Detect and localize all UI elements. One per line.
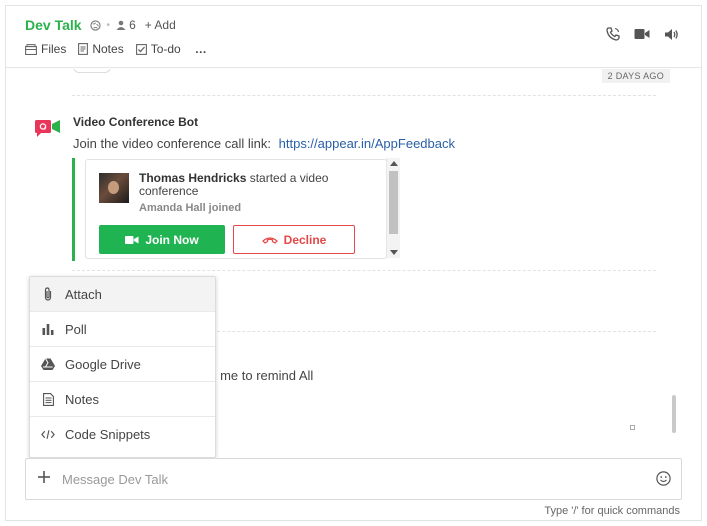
message-divider <box>72 95 656 96</box>
bot-message-body: Join the video conference call link: <box>73 136 272 151</box>
caller-line: Thomas Hendricks started a video confere… <box>139 172 354 198</box>
bot-sender-name[interactable]: Video Conference Bot <box>73 115 198 129</box>
conference-link[interactable]: https://appear.in/AppFeedback <box>279 136 455 151</box>
reminder-message-text: ed me to remind All <box>202 368 314 383</box>
phone-call-button[interactable] <box>606 27 620 41</box>
scroll-up-arrow[interactable] <box>390 161 398 166</box>
video-camera-icon <box>125 235 139 244</box>
separator-dot: • <box>106 19 111 31</box>
video-bot-avatar <box>35 120 60 137</box>
decline-label: Decline <box>283 232 327 247</box>
google-drive-icon <box>41 357 55 371</box>
todo-icon <box>135 43 147 55</box>
tab-files-label: Files <box>41 42 67 56</box>
scroll-down-arrow[interactable] <box>390 250 398 255</box>
notes-icon <box>78 43 89 55</box>
tab-todo-label: To-do <box>150 42 181 56</box>
menu-item-code-snippets[interactable]: Code Snippets <box>30 417 215 452</box>
video-call-button[interactable] <box>634 28 650 40</box>
previous-attachment <box>73 69 111 73</box>
poll-icon <box>41 322 55 336</box>
chat-window: Dev Talk • 6 + Add Files Notes To-do … 2… <box>5 5 702 521</box>
member-count-value: 6 <box>129 18 136 32</box>
menu-item-notes[interactable]: Notes <box>30 382 215 417</box>
caller-avatar[interactable] <box>99 173 129 203</box>
notes-icon <box>41 392 55 406</box>
join-now-label: Join Now <box>145 232 199 247</box>
video-call-card-body: Thomas Hendricks started a video confere… <box>85 159 387 259</box>
caller-name[interactable]: Thomas Hendricks <box>139 171 246 185</box>
video-camera-icon <box>634 29 650 39</box>
menu-item-attach-label: Attach <box>65 286 102 302</box>
message-input[interactable] <box>62 468 642 490</box>
message-select-checkbox[interactable] <box>630 425 635 430</box>
join-now-button[interactable]: Join Now <box>99 225 225 254</box>
phone-icon <box>606 27 620 41</box>
emoji-icon[interactable] <box>656 471 671 486</box>
menu-item-attach[interactable]: Attach <box>30 277 215 312</box>
tab-files[interactable]: Files <box>25 42 66 56</box>
globe-icon[interactable] <box>89 19 101 31</box>
plus-icon[interactable] <box>37 470 51 484</box>
decline-button[interactable]: Decline <box>233 225 355 254</box>
user-icon <box>116 20 126 30</box>
hang-up-icon <box>261 236 278 244</box>
menu-item-google-drive[interactable]: Google Drive <box>30 347 215 382</box>
joined-status: Amanda Hall joined <box>139 202 242 214</box>
message-list-scrollbar[interactable] <box>672 395 676 433</box>
bot-message-text: Join the video conference call link: htt… <box>73 136 455 151</box>
menu-item-poll-label: Poll <box>65 321 87 337</box>
audio-button[interactable] <box>664 28 679 41</box>
quick-commands-hint: Type '/' for quick commands <box>544 505 680 517</box>
card-scrollbar[interactable] <box>386 158 400 258</box>
menu-item-poll[interactable]: Poll <box>30 312 215 347</box>
channel-title[interactable]: Dev Talk <box>25 17 82 33</box>
menu-item-notes-label: Notes <box>65 391 99 407</box>
tab-todo[interactable]: To-do <box>135 42 181 56</box>
video-call-card: Thomas Hendricks started a video confere… <box>72 158 400 261</box>
call-controls <box>592 27 679 41</box>
channel-tabs: Files Notes To-do … <box>25 42 208 56</box>
title-row: Dev Talk • 6 + Add <box>25 17 176 33</box>
previous-message-fragment <box>73 69 213 73</box>
paperclip-icon <box>41 287 55 301</box>
attach-menu: Attach Poll Google Drive Notes Code Snip… <box>29 276 216 458</box>
code-icon <box>41 428 55 442</box>
scroll-thumb[interactable] <box>389 171 398 234</box>
message-composer <box>25 458 682 500</box>
menu-item-code-snippets-label: Code Snippets <box>65 427 151 442</box>
files-icon <box>25 43 37 55</box>
tab-notes-label: Notes <box>92 42 124 56</box>
add-member-button[interactable]: + Add <box>145 18 176 32</box>
channel-header: Dev Talk • 6 + Add Files Notes To-do … <box>6 6 701 68</box>
menu-item-google-drive-label: Google Drive <box>65 356 141 372</box>
speaker-icon <box>665 28 678 40</box>
message-divider <box>72 270 656 271</box>
date-badge: 2 DAYS AGO <box>601 69 670 83</box>
member-count[interactable]: 6 <box>116 18 136 32</box>
tab-notes[interactable]: Notes <box>78 42 124 56</box>
more-options-button[interactable]: … <box>195 42 208 56</box>
